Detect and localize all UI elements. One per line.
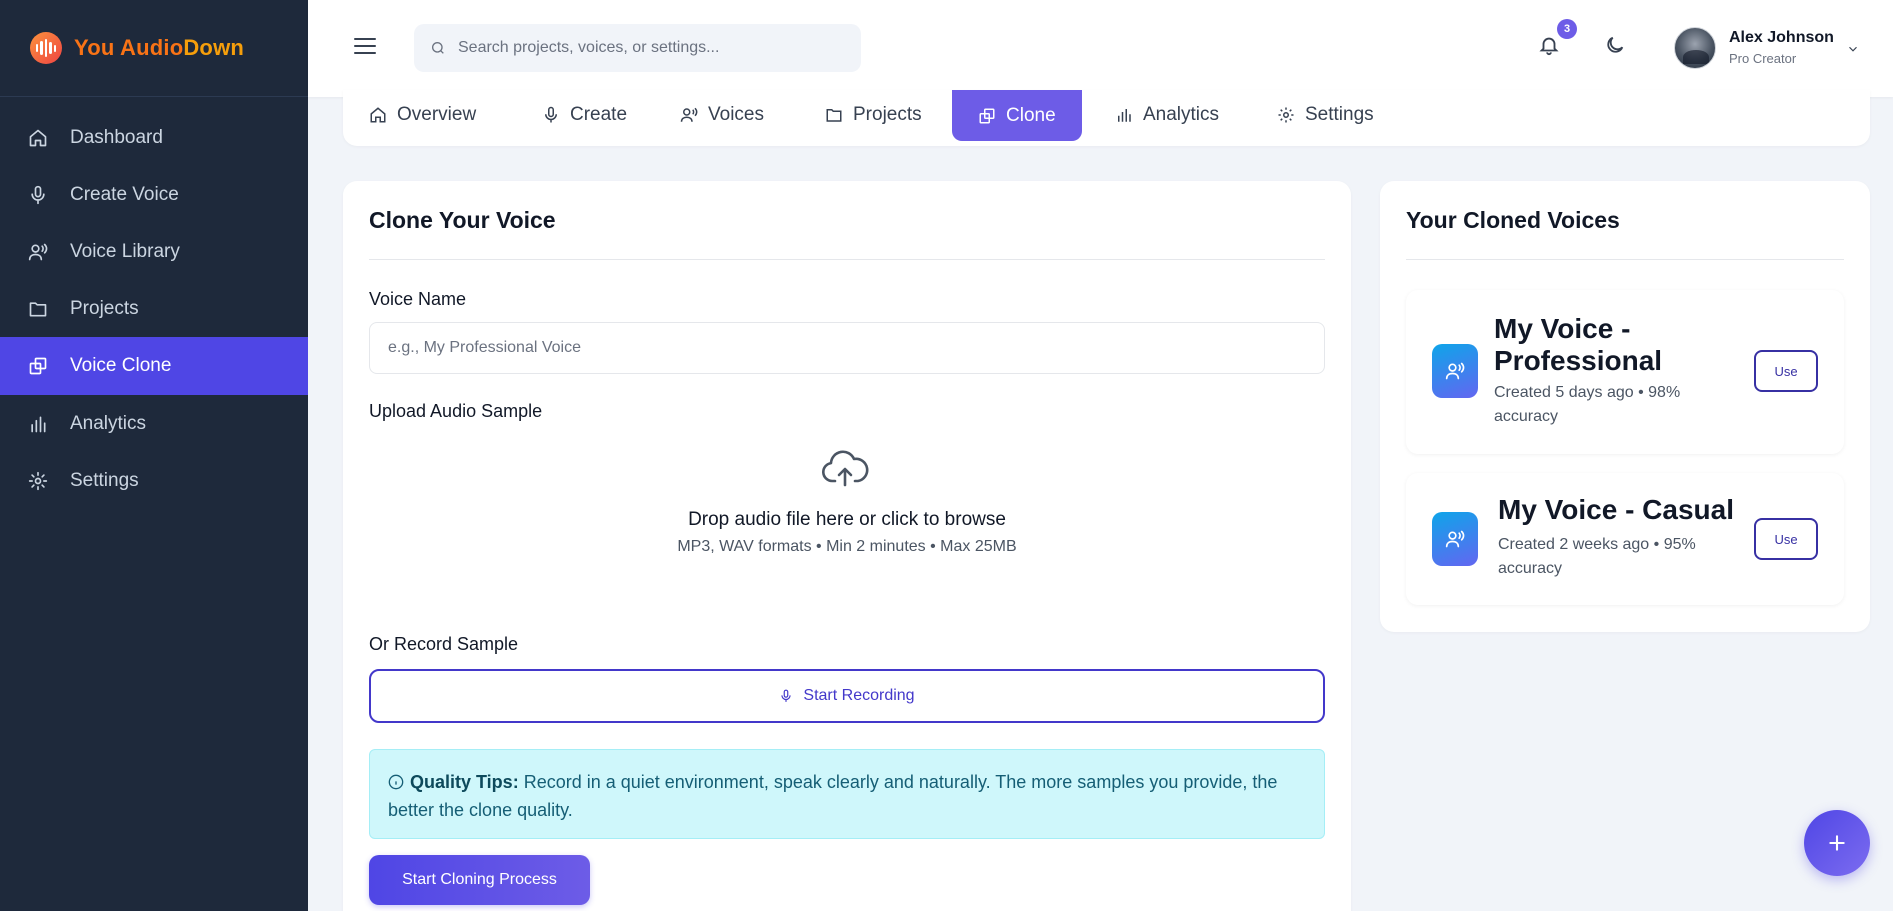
tab-label: Voices [708, 104, 764, 125]
tab-label: Settings [1305, 104, 1374, 125]
microphone-icon [28, 185, 48, 205]
sidebar-item-label: Dashboard [70, 126, 163, 148]
tab-label: Analytics [1143, 104, 1220, 125]
start-cloning-button[interactable]: Start Cloning Process [369, 855, 590, 905]
upload-label: Upload Audio Sample [369, 401, 543, 421]
audio-upload-dropzone[interactable]: Drop audio file here or click to browse … [369, 441, 1325, 601]
button-label: Start Recording [803, 687, 915, 704]
search-icon [432, 42, 444, 54]
bar-chart-icon [1118, 109, 1131, 122]
microphone-icon [545, 106, 557, 123]
folder-icon [826, 109, 842, 122]
voice-name-label: Voice Name [369, 289, 467, 309]
tab-label: Clone [1006, 104, 1056, 126]
user-name[interactable]: Alex Johnson [1729, 29, 1834, 47]
voice-meta: Created 5 days ago • 98% accuracy [1494, 384, 1681, 425]
upload-instructions: Drop audio file here or click to browse [688, 509, 1006, 530]
gear-icon [1278, 107, 1294, 123]
voice-name-input[interactable] [369, 322, 1325, 374]
tab-label: Create [570, 104, 628, 125]
tips-text: Record in a quiet environment, speak cle… [388, 772, 1278, 820]
audio-wave-logo-icon [30, 32, 62, 64]
folder-icon [28, 299, 48, 319]
sidebar-item-voice-clone[interactable]: Voice Clone [0, 337, 308, 395]
microphone-icon [781, 689, 792, 702]
sidebar-item-label: Create Voice [70, 183, 179, 205]
chevron-down-icon[interactable] [1846, 42, 1860, 61]
voice-name: My Voice - Professional [1494, 313, 1663, 376]
tab-bar: Overview Create Voices Projects Clone An… [343, 90, 1870, 146]
clone-icon [979, 108, 995, 123]
sidebar-nav: Dashboard Create Voice Voice Library Pro… [0, 97, 308, 509]
start-recording-button[interactable]: Start Recording [369, 669, 1325, 723]
notification-badge: 3 [1557, 19, 1577, 39]
brand-name-part1: You Audio [74, 35, 184, 60]
menu-toggle-icon[interactable] [354, 36, 376, 56]
voice-icon [28, 242, 48, 262]
brand-name: You AudioDown [74, 35, 244, 61]
voice-icon [1432, 344, 1478, 398]
tab-label: Overview [397, 104, 477, 125]
clone-voice-card: Clone Your Voice Voice Name Upload Audio… [343, 181, 1351, 911]
use-voice-button[interactable]: Use [1754, 518, 1818, 560]
quality-tips-alert: Quality Tips: Record in a quiet environm… [369, 749, 1325, 839]
cloned-voice-item[interactable]: My Voice - Casual Created 2 weeks ago • … [1406, 473, 1844, 605]
sidebar-item-voice-library[interactable]: Voice Library [0, 223, 308, 280]
voice-meta: Created 2 weeks ago • 95% accuracy [1498, 536, 1696, 577]
voice-icon [680, 107, 698, 122]
bar-chart-icon [28, 414, 48, 434]
record-label: Or Record Sample [369, 634, 519, 654]
gear-icon [28, 471, 48, 491]
use-voice-button[interactable]: Use [1754, 350, 1818, 392]
search-input[interactable] [458, 39, 838, 57]
sidebar-item-label: Voice Clone [70, 355, 172, 376]
avatar[interactable] [1674, 27, 1716, 69]
sidebar: You AudioDown Dashboard Create Voice Voi… [0, 0, 308, 911]
tab-voices[interactable]: Voices [654, 90, 790, 140]
brand[interactable]: You AudioDown [0, 0, 308, 97]
tab-create[interactable]: Create [516, 90, 653, 140]
tab-projects[interactable]: Projects [799, 90, 948, 140]
brand-name-part2: Down [183, 35, 245, 60]
tips-title: Quality Tips: [410, 772, 519, 792]
home-icon [370, 107, 386, 123]
dark-mode-toggle-icon[interactable] [1604, 34, 1626, 61]
divider [1406, 259, 1844, 260]
sidebar-item-projects[interactable]: Projects [0, 280, 308, 337]
tab-overview[interactable]: Overview [343, 90, 502, 140]
search-bar[interactable] [414, 24, 861, 72]
sidebar-item-settings[interactable]: Settings [0, 452, 308, 509]
top-header: 3 Alex Johnson Pro Creator [308, 0, 1893, 97]
sidebar-item-label: Projects [70, 297, 139, 319]
tab-analytics[interactable]: Analytics [1089, 90, 1245, 140]
sidebar-item-label: Analytics [70, 412, 147, 434]
cloud-upload-icon [822, 450, 869, 487]
clone-icon [28, 356, 48, 376]
voice-icon [1432, 512, 1478, 566]
cloned-voice-item[interactable]: My Voice - Professional Created 5 days a… [1406, 290, 1844, 454]
tab-clone[interactable]: Clone [952, 90, 1082, 141]
tab-settings[interactable]: Settings [1251, 90, 1400, 140]
notification-bell-icon[interactable] [1538, 34, 1560, 61]
sidebar-item-analytics[interactable]: Analytics [0, 395, 308, 452]
upload-format-hint: MP3, WAV formats • Min 2 minutes • Max 2… [677, 538, 1017, 555]
sidebar-item-label: Settings [70, 469, 139, 491]
info-icon [388, 774, 404, 790]
card-title: Clone Your Voice [369, 207, 556, 233]
plus-icon [1829, 835, 1845, 851]
divider [369, 259, 1325, 260]
voice-name: My Voice - Casual [1498, 494, 1735, 525]
cloned-voices-card: Your Cloned Voices My Voice - Profession… [1380, 181, 1870, 632]
tab-label: Projects [853, 104, 922, 125]
user-role: Pro Creator [1729, 51, 1797, 66]
sidebar-item-create-voice[interactable]: Create Voice [0, 166, 308, 223]
home-icon [28, 128, 48, 148]
sidebar-item-dashboard[interactable]: Dashboard [0, 109, 308, 166]
add-fab-button[interactable] [1804, 810, 1870, 876]
card-title: Your Cloned Voices [1406, 207, 1620, 233]
sidebar-item-label: Voice Library [70, 240, 180, 262]
